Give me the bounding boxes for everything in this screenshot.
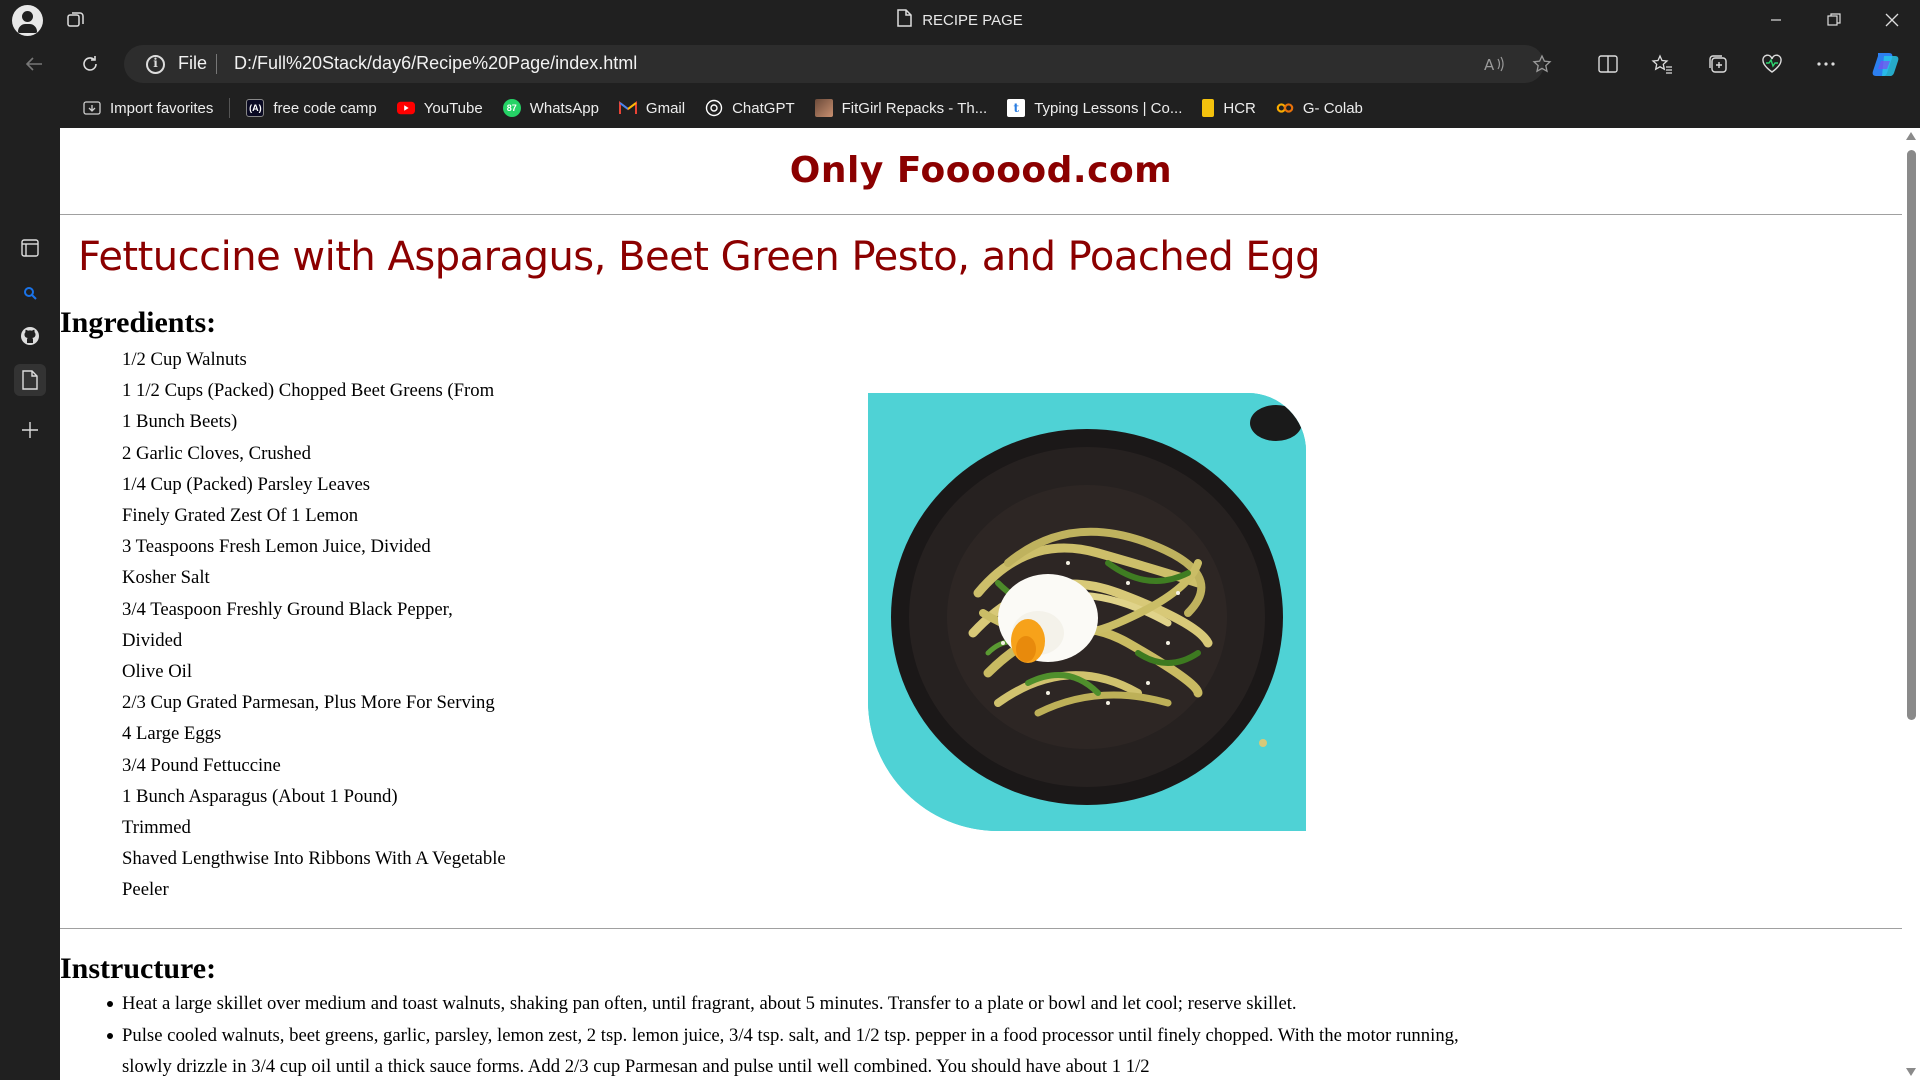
- fitgirl-icon: [814, 99, 833, 117]
- svg-text:A: A: [1484, 56, 1495, 74]
- favorite-label: G- Colab: [1302, 99, 1363, 117]
- ingredient-item: Finely Grated Zest Of 1 Lemon: [122, 505, 359, 527]
- ingredient-item: Olive Oil: [122, 661, 193, 683]
- instruction-item: Pulse cooled walnuts, beet greens, garli…: [107, 1020, 1482, 1080]
- favorite-label: Typing Lessons | Co...: [1034, 99, 1183, 117]
- whatsapp-icon: 87: [502, 99, 521, 117]
- favorite-youtube[interactable]: YouTube: [387, 93, 493, 123]
- gmail-icon: [618, 99, 637, 117]
- ingredient-item: 2 Garlic Cloves, Crushed: [122, 442, 311, 464]
- instructions-list: Heat a large skillet over medium and toa…: [107, 988, 1482, 1080]
- hcr-icon: [1202, 99, 1215, 117]
- read-aloud-icon[interactable]: A: [1482, 52, 1506, 76]
- ingredient-item: 3/4 Pound Fettuccine: [122, 754, 281, 776]
- restore-button[interactable]: [1806, 0, 1862, 40]
- section-divider: [60, 928, 1902, 929]
- recipe-title: Fettuccine with Asparagus, Beet Green Pe…: [78, 234, 1320, 280]
- instruction-item: Heat a large skillet over medium and toa…: [107, 988, 1482, 1020]
- ingredient-item: 3 Teaspoons Fresh Lemon Juice, Divided: [122, 536, 431, 558]
- browser-sidebar: [0, 128, 60, 1080]
- favorite-import[interactable]: Import favorites: [73, 93, 223, 123]
- ingredients-list: 1/2 Cup Walnuts 1 1/2 Cups (Packed) Chop…: [122, 344, 506, 906]
- window-title: RECIPE PAGE: [0, 0, 1920, 40]
- ingredient-item: Divided: [122, 629, 183, 651]
- favorite-gmail[interactable]: Gmail: [609, 93, 695, 123]
- favorite-label: ChatGPT: [732, 99, 795, 117]
- ingredient-item: Peeler: [122, 879, 169, 901]
- ingredient-item: Kosher Salt: [122, 567, 210, 589]
- page-scrollbar[interactable]: [1902, 128, 1920, 1080]
- collections-button[interactable]: [1702, 48, 1734, 80]
- favorite-chatgpt[interactable]: ChatGPT: [695, 93, 805, 123]
- ingredient-item: 4 Large Eggs: [122, 723, 222, 745]
- address-url[interactable]: D:/Full%20Stack/day6/Recipe%20Page/index…: [234, 53, 637, 74]
- refresh-button[interactable]: [74, 48, 106, 80]
- address-scheme-label: File: [178, 53, 208, 73]
- favorite-fitgirl[interactable]: FitGirl Repacks - Th...: [805, 93, 998, 123]
- favorite-hcr[interactable]: HCR: [1192, 93, 1266, 123]
- favorites-button[interactable]: [1646, 48, 1678, 80]
- import-icon: [83, 99, 101, 117]
- title-bar: RECIPE PAGE: [0, 0, 1920, 40]
- split-screen-button[interactable]: [1592, 48, 1624, 80]
- github-icon[interactable]: [14, 320, 46, 352]
- favorite-label: Import favorites: [110, 99, 214, 117]
- ingredient-item: 1 Bunch Beets): [122, 411, 238, 433]
- favorites-separator: [229, 98, 231, 118]
- freecodecamp-icon: (A): [246, 99, 265, 117]
- colab-icon: [1276, 99, 1294, 117]
- ingredient-item: 3/4 Teaspoon Freshly Ground Black Pepper…: [122, 598, 453, 620]
- ingredient-item: Trimmed: [122, 817, 191, 839]
- add-favorite-star-icon[interactable]: [1530, 52, 1554, 76]
- recipe-photo: [868, 393, 1306, 831]
- window-title-text: RECIPE PAGE: [922, 11, 1023, 29]
- scroll-down-arrow-icon[interactable]: [1906, 1068, 1916, 1076]
- favorite-freecodecamp[interactable]: (A) free code camp: [236, 93, 386, 123]
- ingredient-item: 1/2 Cup Walnuts: [122, 349, 247, 370]
- ingredient-item: 1/4 Cup (Packed) Parsley Leaves: [122, 473, 371, 495]
- favorite-label: HCR: [1223, 99, 1256, 117]
- ingredient-item: 1 1/2 Cups (Packed) Chopped Beet Greens …: [122, 380, 495, 402]
- browser-essentials-button[interactable]: [1756, 48, 1788, 80]
- add-sidebar-app-icon[interactable]: [14, 414, 46, 446]
- close-window-button[interactable]: [1864, 0, 1920, 40]
- instructions-heading: Instructure:: [60, 952, 217, 985]
- ingredients-heading: Ingredients:: [60, 306, 217, 339]
- favorite-label: free code camp: [273, 99, 377, 117]
- typing-icon: t: [1007, 99, 1026, 117]
- favorite-label: YouTube: [423, 99, 483, 117]
- page-document-sidebar-icon[interactable]: [14, 364, 46, 396]
- favorites-bar: Import favorites (A) free code camp YouT…: [0, 88, 1920, 128]
- navigation-bar: File D:/Full%20Stack/day6/Recipe%20Page/…: [0, 40, 1920, 88]
- more-options-button[interactable]: [1810, 48, 1842, 80]
- copilot-button[interactable]: [1870, 48, 1902, 80]
- favorite-whatsapp[interactable]: 87 WhatsApp: [493, 93, 609, 123]
- page-viewport: Only Foooood.com Fettuccine with Asparag…: [60, 128, 1902, 1080]
- address-bar[interactable]: File D:/Full%20Stack/day6/Recipe%20Page/…: [124, 45, 1552, 83]
- minimize-button[interactable]: [1748, 0, 1804, 40]
- chatgpt-icon: [705, 99, 723, 117]
- scroll-up-arrow-icon[interactable]: [1906, 132, 1916, 140]
- back-button[interactable]: [18, 48, 50, 80]
- scrollbar-thumb[interactable]: [1907, 150, 1916, 720]
- favorite-colab[interactable]: G- Colab: [1266, 93, 1373, 123]
- ingredient-item: 1 Bunch Asparagus (About 1 Pound): [122, 785, 398, 807]
- ingredient-item: Shaved Lengthwise Into Ribbons With A Ve…: [122, 848, 506, 870]
- top-divider: [60, 214, 1902, 215]
- search-icon[interactable]: [14, 277, 46, 309]
- site-name-heading: Only Foooood.com: [789, 150, 1173, 191]
- favorite-label: WhatsApp: [529, 99, 599, 117]
- tab-actions-icon[interactable]: [14, 232, 46, 264]
- site-info-icon[interactable]: [146, 55, 165, 74]
- favorite-label: Gmail: [645, 99, 686, 117]
- ingredient-item: 2/3 Cup Grated Parmesan, Plus More For S…: [122, 692, 495, 714]
- page-document-icon: [897, 9, 912, 31]
- favorite-typing-lessons[interactable]: t Typing Lessons | Co...: [997, 93, 1192, 123]
- favorite-label: FitGirl Repacks - Th...: [841, 99, 988, 117]
- youtube-icon: [396, 99, 415, 117]
- address-separator: [216, 54, 217, 74]
